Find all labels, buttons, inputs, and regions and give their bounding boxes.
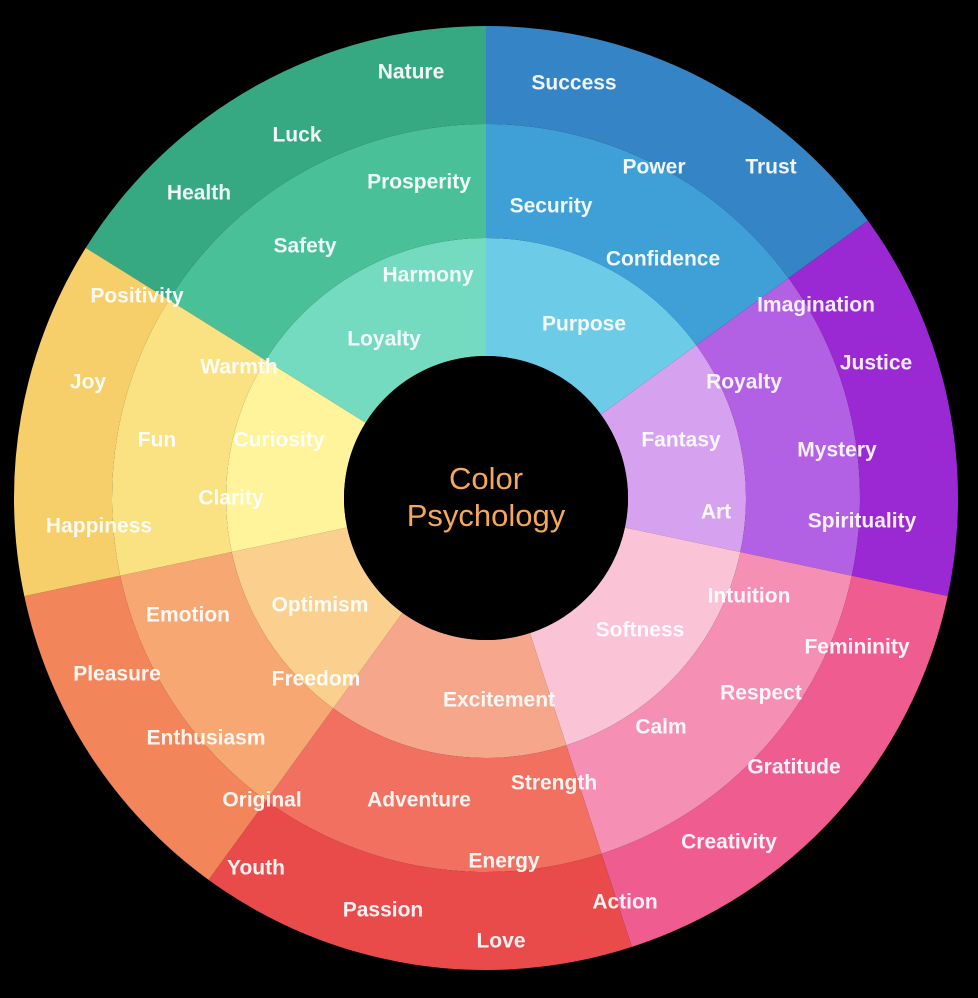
label-adventure: Adventure bbox=[367, 789, 471, 812]
label-pleasure: Pleasure bbox=[73, 663, 161, 686]
label-mystery: Mystery bbox=[797, 439, 877, 462]
label-justice: Justice bbox=[840, 352, 912, 375]
label-health: Health bbox=[167, 182, 231, 205]
center-title-line2: Psychology bbox=[407, 498, 566, 533]
label-clarity: Clarity bbox=[198, 487, 264, 510]
label-respect: Respect bbox=[720, 682, 802, 705]
label-energy: Energy bbox=[468, 850, 540, 873]
label-creativity: Creativity bbox=[681, 831, 777, 854]
label-success: Success bbox=[531, 72, 616, 95]
center-title-line1: Color bbox=[449, 461, 523, 496]
label-positivity: Positivity bbox=[90, 285, 184, 308]
label-purpose: Purpose bbox=[542, 313, 626, 336]
label-femininity: Femininity bbox=[804, 636, 909, 659]
label-harmony: Harmony bbox=[382, 264, 473, 287]
label-original: Original bbox=[222, 789, 301, 812]
label-love: Love bbox=[476, 930, 525, 953]
label-prosperity: Prosperity bbox=[367, 171, 471, 194]
label-happiness: Happiness bbox=[46, 515, 152, 538]
color-wheel: Nature Luck Health Prosperity Safety Harmony L… bbox=[0, 0, 978, 998]
label-security: Security bbox=[510, 195, 593, 218]
label-youth: Youth bbox=[227, 857, 285, 880]
label-spirituality: Spirituality bbox=[808, 510, 917, 533]
label-passion: Passion bbox=[343, 899, 424, 922]
label-enthusiasm: Enthusiasm bbox=[146, 727, 265, 750]
label-intuition: Intuition bbox=[708, 585, 791, 608]
label-strength: Strength bbox=[511, 772, 597, 795]
label-softness: Softness bbox=[596, 619, 685, 642]
label-trust: Trust bbox=[745, 156, 796, 179]
label-fantasy: Fantasy bbox=[641, 429, 721, 452]
label-action: Action bbox=[592, 891, 657, 914]
label-fun: Fun bbox=[138, 429, 176, 452]
label-power: Power bbox=[622, 156, 685, 179]
label-excitement: Excitement bbox=[443, 689, 555, 712]
label-royalty: Royalty bbox=[706, 371, 782, 394]
label-art: Art bbox=[701, 501, 731, 524]
label-emotion: Emotion bbox=[146, 604, 230, 627]
label-safety: Safety bbox=[273, 235, 336, 258]
label-calm: Calm bbox=[635, 716, 686, 739]
label-joy: Joy bbox=[70, 371, 107, 394]
label-nature: Nature bbox=[378, 61, 445, 84]
label-loyalty: Loyalty bbox=[347, 328, 421, 351]
label-curiosity: Curiosity bbox=[233, 429, 324, 452]
label-freedom: Freedom bbox=[272, 668, 361, 691]
label-warmth: Warmth bbox=[200, 356, 277, 379]
label-confidence: Confidence bbox=[606, 248, 720, 271]
label-gratitude: Gratitude bbox=[747, 756, 840, 779]
label-imagination: Imagination bbox=[757, 294, 875, 317]
label-luck: Luck bbox=[272, 124, 321, 147]
label-optimism: Optimism bbox=[272, 594, 369, 617]
